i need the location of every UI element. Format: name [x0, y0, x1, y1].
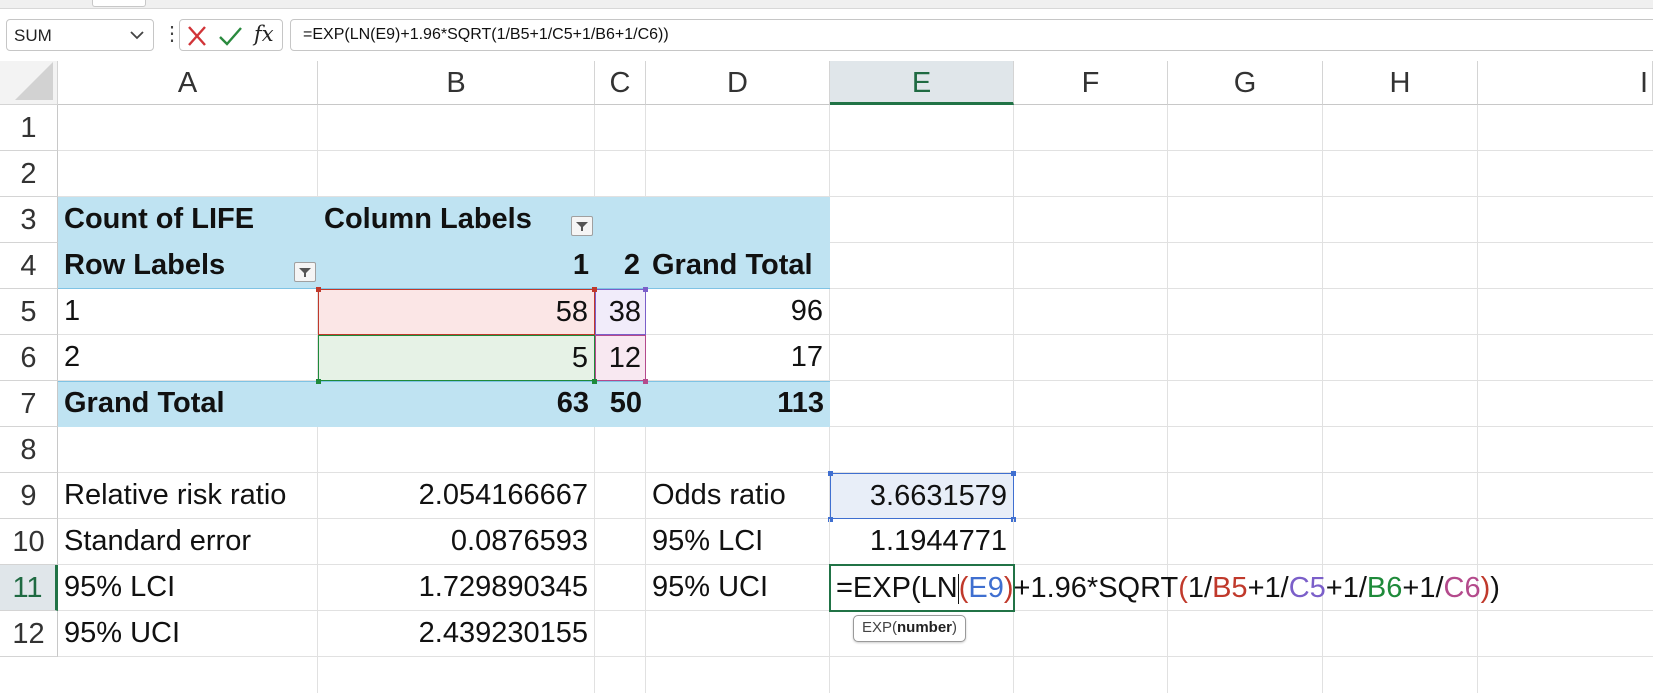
- cell-a3[interactable]: Count of LIFE: [58, 197, 318, 243]
- row-header-6[interactable]: 6: [0, 335, 58, 381]
- cell-c5[interactable]: 38: [595, 289, 646, 335]
- row-header-1[interactable]: 1: [0, 105, 58, 151]
- cell-a6[interactable]: 2: [58, 335, 318, 381]
- cell-a11[interactable]: 95% LCI: [58, 565, 318, 611]
- row-header-5[interactable]: 5: [0, 289, 58, 335]
- cell-d9[interactable]: Odds ratio: [646, 473, 830, 519]
- cell-a9[interactable]: Relative risk ratio: [58, 473, 318, 519]
- formula-token: +1/: [1402, 572, 1444, 604]
- cell-d5[interactable]: 96: [646, 289, 830, 335]
- name-box[interactable]: SUM: [6, 19, 154, 51]
- range-handle[interactable]: [828, 471, 833, 476]
- column-header-f[interactable]: F: [1014, 61, 1168, 105]
- formula-text: =EXP(LN(E9)+1.96*SQRT(1/B5+1/C5+1/B6+1/C…: [303, 26, 669, 43]
- cell-a5[interactable]: 1: [58, 289, 318, 335]
- select-all-button[interactable]: [0, 61, 58, 105]
- cell-d11[interactable]: 95% UCI: [646, 565, 830, 611]
- cell-b11[interactable]: 1.729890345: [318, 565, 595, 611]
- formula-ref-e9: E9: [968, 572, 1004, 604]
- column-labels-filter-button[interactable]: [571, 216, 593, 236]
- cell-b3[interactable]: Column Labels: [318, 197, 595, 243]
- check-icon[interactable]: [216, 23, 244, 49]
- formula-ref-b5: B5: [1212, 572, 1248, 604]
- formula-token: (: [1178, 572, 1188, 604]
- tooltip-argument: number: [897, 619, 953, 636]
- formula-token: =EXP(LN: [836, 572, 958, 604]
- row-header-7[interactable]: 7: [0, 381, 58, 427]
- formula-buttons: fx: [179, 19, 283, 51]
- formula-ref-c5: C5: [1288, 572, 1326, 604]
- close-icon[interactable]: [183, 23, 211, 49]
- formula-token: ): [1480, 572, 1491, 604]
- column-header-c[interactable]: C: [595, 61, 646, 105]
- cell-b4[interactable]: 1: [318, 243, 595, 289]
- formula-bar-area: SUM ⋮ fx =EXP(LN(E9)+1.96*SQRT(1/B5+1/C5…: [0, 9, 1653, 61]
- row-labels-filter-button[interactable]: [294, 262, 316, 282]
- cell-d4[interactable]: Grand Total: [646, 243, 830, 289]
- formula-ref-b6: B6: [1366, 572, 1403, 604]
- row-header-12[interactable]: 12: [0, 611, 58, 657]
- column-header-d[interactable]: D: [646, 61, 830, 105]
- filter-dropdown-icon: [576, 222, 588, 231]
- chevron-down-icon[interactable]: [127, 24, 147, 46]
- column-header-e[interactable]: E: [830, 61, 1014, 105]
- cell-c4[interactable]: 2: [595, 243, 646, 289]
- row-header-11[interactable]: 11: [0, 565, 58, 611]
- formula-token: +1/: [1247, 572, 1289, 604]
- cell-a7[interactable]: Grand Total: [58, 381, 318, 427]
- cell-d7[interactable]: 113: [646, 381, 830, 427]
- cell-a4[interactable]: Row Labels: [58, 243, 318, 289]
- formula-token: +1/: [1325, 572, 1367, 604]
- formula-token: ): [1490, 572, 1500, 604]
- row-header-4[interactable]: 4: [0, 243, 58, 289]
- cell-c7[interactable]: 50: [595, 381, 646, 427]
- column-header-a[interactable]: A: [58, 61, 318, 105]
- formula-token: 1/: [1187, 572, 1213, 604]
- ribbon-tab-stub[interactable]: [92, 0, 146, 7]
- cell-b5[interactable]: 58: [318, 289, 595, 335]
- cell-d10[interactable]: 95% LCI: [646, 519, 830, 565]
- range-handle[interactable]: [643, 287, 648, 292]
- column-header-i[interactable]: I: [1478, 61, 1653, 105]
- tooltip-function-name: EXP(: [862, 619, 898, 636]
- column-header-g[interactable]: G: [1168, 61, 1323, 105]
- row-header-3[interactable]: 3: [0, 197, 58, 243]
- filter-dropdown-icon: [299, 268, 311, 277]
- row-header-10[interactable]: 10: [0, 519, 58, 565]
- cell-b9[interactable]: 2.054166667: [318, 473, 595, 519]
- cell-b7[interactable]: 63: [318, 381, 595, 427]
- cell-e11-editor[interactable]: =EXP(LN(E9)+1.96*SQRT(1/B5+1/C5+1/B6+1/C…: [836, 566, 1500, 610]
- cell-c6[interactable]: 12: [595, 335, 646, 381]
- cell-e9[interactable]: 3.6631579: [830, 473, 1014, 519]
- column-header-h[interactable]: H: [1323, 61, 1478, 105]
- row-header-2[interactable]: 2: [0, 151, 58, 197]
- cell-b6[interactable]: 5: [318, 335, 595, 381]
- worksheet-grid: A B C D E F G H I 1 2 3 4 5 6 7 8 9 10 1…: [0, 61, 1653, 693]
- tooltip-close-paren: ): [952, 619, 958, 636]
- cell-b10[interactable]: 0.0876593: [318, 519, 595, 565]
- name-box-value: SUM: [14, 26, 52, 45]
- cell-b12[interactable]: 2.439230155: [318, 611, 595, 657]
- formula-input[interactable]: =EXP(LN(E9)+1.96*SQRT(1/B5+1/C5+1/B6+1/C…: [290, 19, 1653, 51]
- cell-a10[interactable]: Standard error: [58, 519, 318, 565]
- formula-token: ): [1003, 572, 1014, 604]
- insert-function-button[interactable]: fx: [254, 22, 274, 46]
- range-handle[interactable]: [316, 287, 321, 292]
- top-strip: [0, 0, 1653, 9]
- cell-e10[interactable]: 1.1944771: [830, 519, 1014, 565]
- range-handle[interactable]: [592, 287, 597, 292]
- function-tooltip[interactable]: EXP(number): [853, 615, 967, 642]
- cell-a12[interactable]: 95% UCI: [58, 611, 318, 657]
- formula-token: +1.96*SQRT: [1013, 572, 1179, 604]
- formula-token: (: [958, 572, 969, 604]
- row-header-9[interactable]: 9: [0, 473, 58, 519]
- row-header-8[interactable]: 8: [0, 427, 58, 473]
- cell-d6[interactable]: 17: [646, 335, 830, 381]
- range-handle[interactable]: [1011, 471, 1016, 476]
- formula-ref-c6: C6: [1443, 572, 1481, 604]
- column-header-b[interactable]: B: [318, 61, 595, 105]
